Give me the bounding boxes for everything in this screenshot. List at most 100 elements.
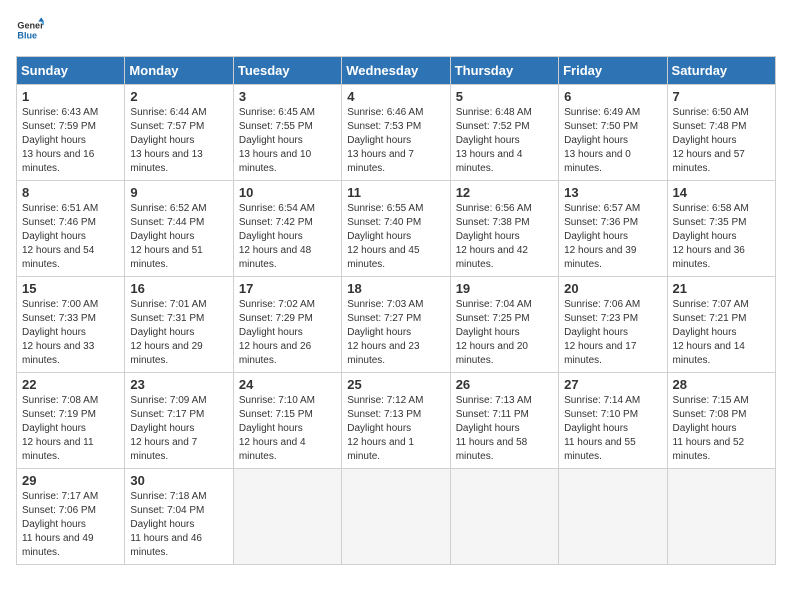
- calendar-week-5: 29 Sunrise: 7:17 AMSunset: 7:06 PMDayligh…: [17, 469, 776, 565]
- day-info: Sunrise: 7:18 AMSunset: 7:04 PMDaylight …: [130, 490, 227, 560]
- calendar-cell: 20 Sunrise: 7:06 AMSunset: 7:23 PMDayligh…: [559, 277, 667, 373]
- logo-icon: General Blue: [16, 16, 44, 44]
- column-header-wednesday: Wednesday: [342, 57, 450, 85]
- day-info: Sunrise: 6:46 AMSunset: 7:53 PMDaylight …: [347, 106, 444, 176]
- day-info: Sunrise: 6:58 AMSunset: 7:35 PMDaylight …: [673, 202, 770, 272]
- day-number: 23: [130, 377, 227, 392]
- calendar-cell: 7 Sunrise: 6:50 AMSunset: 7:48 PMDaylight…: [667, 85, 775, 181]
- calendar-cell: 4 Sunrise: 6:46 AMSunset: 7:53 PMDaylight…: [342, 85, 450, 181]
- column-header-sunday: Sunday: [17, 57, 125, 85]
- calendar-cell: 24 Sunrise: 7:10 AMSunset: 7:15 PMDayligh…: [233, 373, 341, 469]
- calendar-cell: [342, 469, 450, 565]
- day-number: 15: [22, 281, 119, 296]
- day-number: 2: [130, 89, 227, 104]
- calendar-week-3: 15 Sunrise: 7:00 AMSunset: 7:33 PMDayligh…: [17, 277, 776, 373]
- day-info: Sunrise: 7:10 AMSunset: 7:15 PMDaylight …: [239, 394, 336, 464]
- svg-text:Blue: Blue: [17, 30, 37, 40]
- day-info: Sunrise: 6:54 AMSunset: 7:42 PMDaylight …: [239, 202, 336, 272]
- day-number: 13: [564, 185, 661, 200]
- calendar-cell: 3 Sunrise: 6:45 AMSunset: 7:55 PMDaylight…: [233, 85, 341, 181]
- calendar-cell: 30 Sunrise: 7:18 AMSunset: 7:04 PMDayligh…: [125, 469, 233, 565]
- calendar-cell: 15 Sunrise: 7:00 AMSunset: 7:33 PMDayligh…: [17, 277, 125, 373]
- day-number: 28: [673, 377, 770, 392]
- day-number: 25: [347, 377, 444, 392]
- day-info: Sunrise: 6:49 AMSunset: 7:50 PMDaylight …: [564, 106, 661, 176]
- day-info: Sunrise: 7:01 AMSunset: 7:31 PMDaylight …: [130, 298, 227, 368]
- day-number: 7: [673, 89, 770, 104]
- day-number: 6: [564, 89, 661, 104]
- calendar-cell: [559, 469, 667, 565]
- day-number: 9: [130, 185, 227, 200]
- calendar-cell: 25 Sunrise: 7:12 AMSunset: 7:13 PMDayligh…: [342, 373, 450, 469]
- calendar-cell: 14 Sunrise: 6:58 AMSunset: 7:35 PMDayligh…: [667, 181, 775, 277]
- day-info: Sunrise: 6:48 AMSunset: 7:52 PMDaylight …: [456, 106, 553, 176]
- calendar-cell: 13 Sunrise: 6:57 AMSunset: 7:36 PMDayligh…: [559, 181, 667, 277]
- day-number: 20: [564, 281, 661, 296]
- day-info: Sunrise: 6:52 AMSunset: 7:44 PMDaylight …: [130, 202, 227, 272]
- day-number: 14: [673, 185, 770, 200]
- calendar-cell: [450, 469, 558, 565]
- column-header-thursday: Thursday: [450, 57, 558, 85]
- day-number: 24: [239, 377, 336, 392]
- column-header-friday: Friday: [559, 57, 667, 85]
- calendar-week-4: 22 Sunrise: 7:08 AMSunset: 7:19 PMDayligh…: [17, 373, 776, 469]
- calendar-cell: 5Sunrise: 6:48 AMSunset: 7:52 PMDaylight…: [450, 85, 558, 181]
- column-header-tuesday: Tuesday: [233, 57, 341, 85]
- calendar-cell: 1 Sunrise: 6:43 AMSunset: 7:59 PMDaylight…: [17, 85, 125, 181]
- calendar-cell: 17 Sunrise: 7:02 AMSunset: 7:29 PMDayligh…: [233, 277, 341, 373]
- day-info: Sunrise: 7:09 AMSunset: 7:17 PMDaylight …: [130, 394, 227, 464]
- calendar-cell: 19Sunrise: 7:04 AMSunset: 7:25 PMDayligh…: [450, 277, 558, 373]
- day-info: Sunrise: 7:00 AMSunset: 7:33 PMDaylight …: [22, 298, 119, 368]
- day-number: 29: [22, 473, 119, 488]
- day-number: 27: [564, 377, 661, 392]
- day-number: 17: [239, 281, 336, 296]
- calendar-week-1: 1 Sunrise: 6:43 AMSunset: 7:59 PMDaylight…: [17, 85, 776, 181]
- day-number: 8: [22, 185, 119, 200]
- day-info: Sunrise: 7:03 AMSunset: 7:27 PMDaylight …: [347, 298, 444, 368]
- day-number: 22: [22, 377, 119, 392]
- day-info: Sunrise: 6:57 AMSunset: 7:36 PMDaylight …: [564, 202, 661, 272]
- day-info: Sunrise: 7:08 AMSunset: 7:19 PMDaylight …: [22, 394, 119, 464]
- svg-text:General: General: [17, 21, 44, 31]
- day-info: Sunrise: 6:43 AMSunset: 7:59 PMDaylight …: [22, 106, 119, 176]
- day-info: Sunrise: 7:14 AMSunset: 7:10 PMDaylight …: [564, 394, 661, 464]
- day-number: 21: [673, 281, 770, 296]
- day-info: Sunrise: 6:56 AMSunset: 7:38 PMDaylight …: [456, 202, 553, 272]
- day-info: Sunrise: 6:50 AMSunset: 7:48 PMDaylight …: [673, 106, 770, 176]
- day-info: Sunrise: 7:13 AMSunset: 7:11 PMDaylight …: [456, 394, 553, 464]
- calendar-cell: 10 Sunrise: 6:54 AMSunset: 7:42 PMDayligh…: [233, 181, 341, 277]
- day-info: Sunrise: 7:06 AMSunset: 7:23 PMDaylight …: [564, 298, 661, 368]
- calendar-week-2: 8 Sunrise: 6:51 AMSunset: 7:46 PMDaylight…: [17, 181, 776, 277]
- day-number: 11: [347, 185, 444, 200]
- day-number: 12: [456, 185, 553, 200]
- calendar-cell: 11Sunrise: 6:55 AMSunset: 7:40 PMDayligh…: [342, 181, 450, 277]
- column-header-monday: Monday: [125, 57, 233, 85]
- calendar-cell: [667, 469, 775, 565]
- day-number: 26: [456, 377, 553, 392]
- calendar-cell: 2Sunrise: 6:44 AMSunset: 7:57 PMDaylight…: [125, 85, 233, 181]
- day-info: Sunrise: 7:04 AMSunset: 7:25 PMDaylight …: [456, 298, 553, 368]
- calendar-cell: 27 Sunrise: 7:14 AMSunset: 7:10 PMDayligh…: [559, 373, 667, 469]
- calendar-cell: 18Sunrise: 7:03 AMSunset: 7:27 PMDayligh…: [342, 277, 450, 373]
- calendar-cell: 21 Sunrise: 7:07 AMSunset: 7:21 PMDayligh…: [667, 277, 775, 373]
- day-info: Sunrise: 7:15 AMSunset: 7:08 PMDaylight …: [673, 394, 770, 464]
- day-info: Sunrise: 7:02 AMSunset: 7:29 PMDaylight …: [239, 298, 336, 368]
- calendar-cell: 26 Sunrise: 7:13 AMSunset: 7:11 PMDayligh…: [450, 373, 558, 469]
- calendar-cell: 16Sunrise: 7:01 AMSunset: 7:31 PMDayligh…: [125, 277, 233, 373]
- day-info: Sunrise: 7:07 AMSunset: 7:21 PMDaylight …: [673, 298, 770, 368]
- calendar-cell: 23 Sunrise: 7:09 AMSunset: 7:17 PMDayligh…: [125, 373, 233, 469]
- day-number: 4: [347, 89, 444, 104]
- calendar-cell: [233, 469, 341, 565]
- day-number: 3: [239, 89, 336, 104]
- day-info: Sunrise: 6:51 AMSunset: 7:46 PMDaylight …: [22, 202, 119, 272]
- day-info: Sunrise: 7:17 AMSunset: 7:06 PMDaylight …: [22, 490, 119, 560]
- calendar-cell: 8 Sunrise: 6:51 AMSunset: 7:46 PMDaylight…: [17, 181, 125, 277]
- day-info: Sunrise: 7:12 AMSunset: 7:13 PMDaylight …: [347, 394, 444, 464]
- day-number: 10: [239, 185, 336, 200]
- calendar-cell: 12 Sunrise: 6:56 AMSunset: 7:38 PMDayligh…: [450, 181, 558, 277]
- day-number: 30: [130, 473, 227, 488]
- calendar-cell: 22 Sunrise: 7:08 AMSunset: 7:19 PMDayligh…: [17, 373, 125, 469]
- calendar-cell: 29 Sunrise: 7:17 AMSunset: 7:06 PMDayligh…: [17, 469, 125, 565]
- day-number: 1: [22, 89, 119, 104]
- day-info: Sunrise: 6:45 AMSunset: 7:55 PMDaylight …: [239, 106, 336, 176]
